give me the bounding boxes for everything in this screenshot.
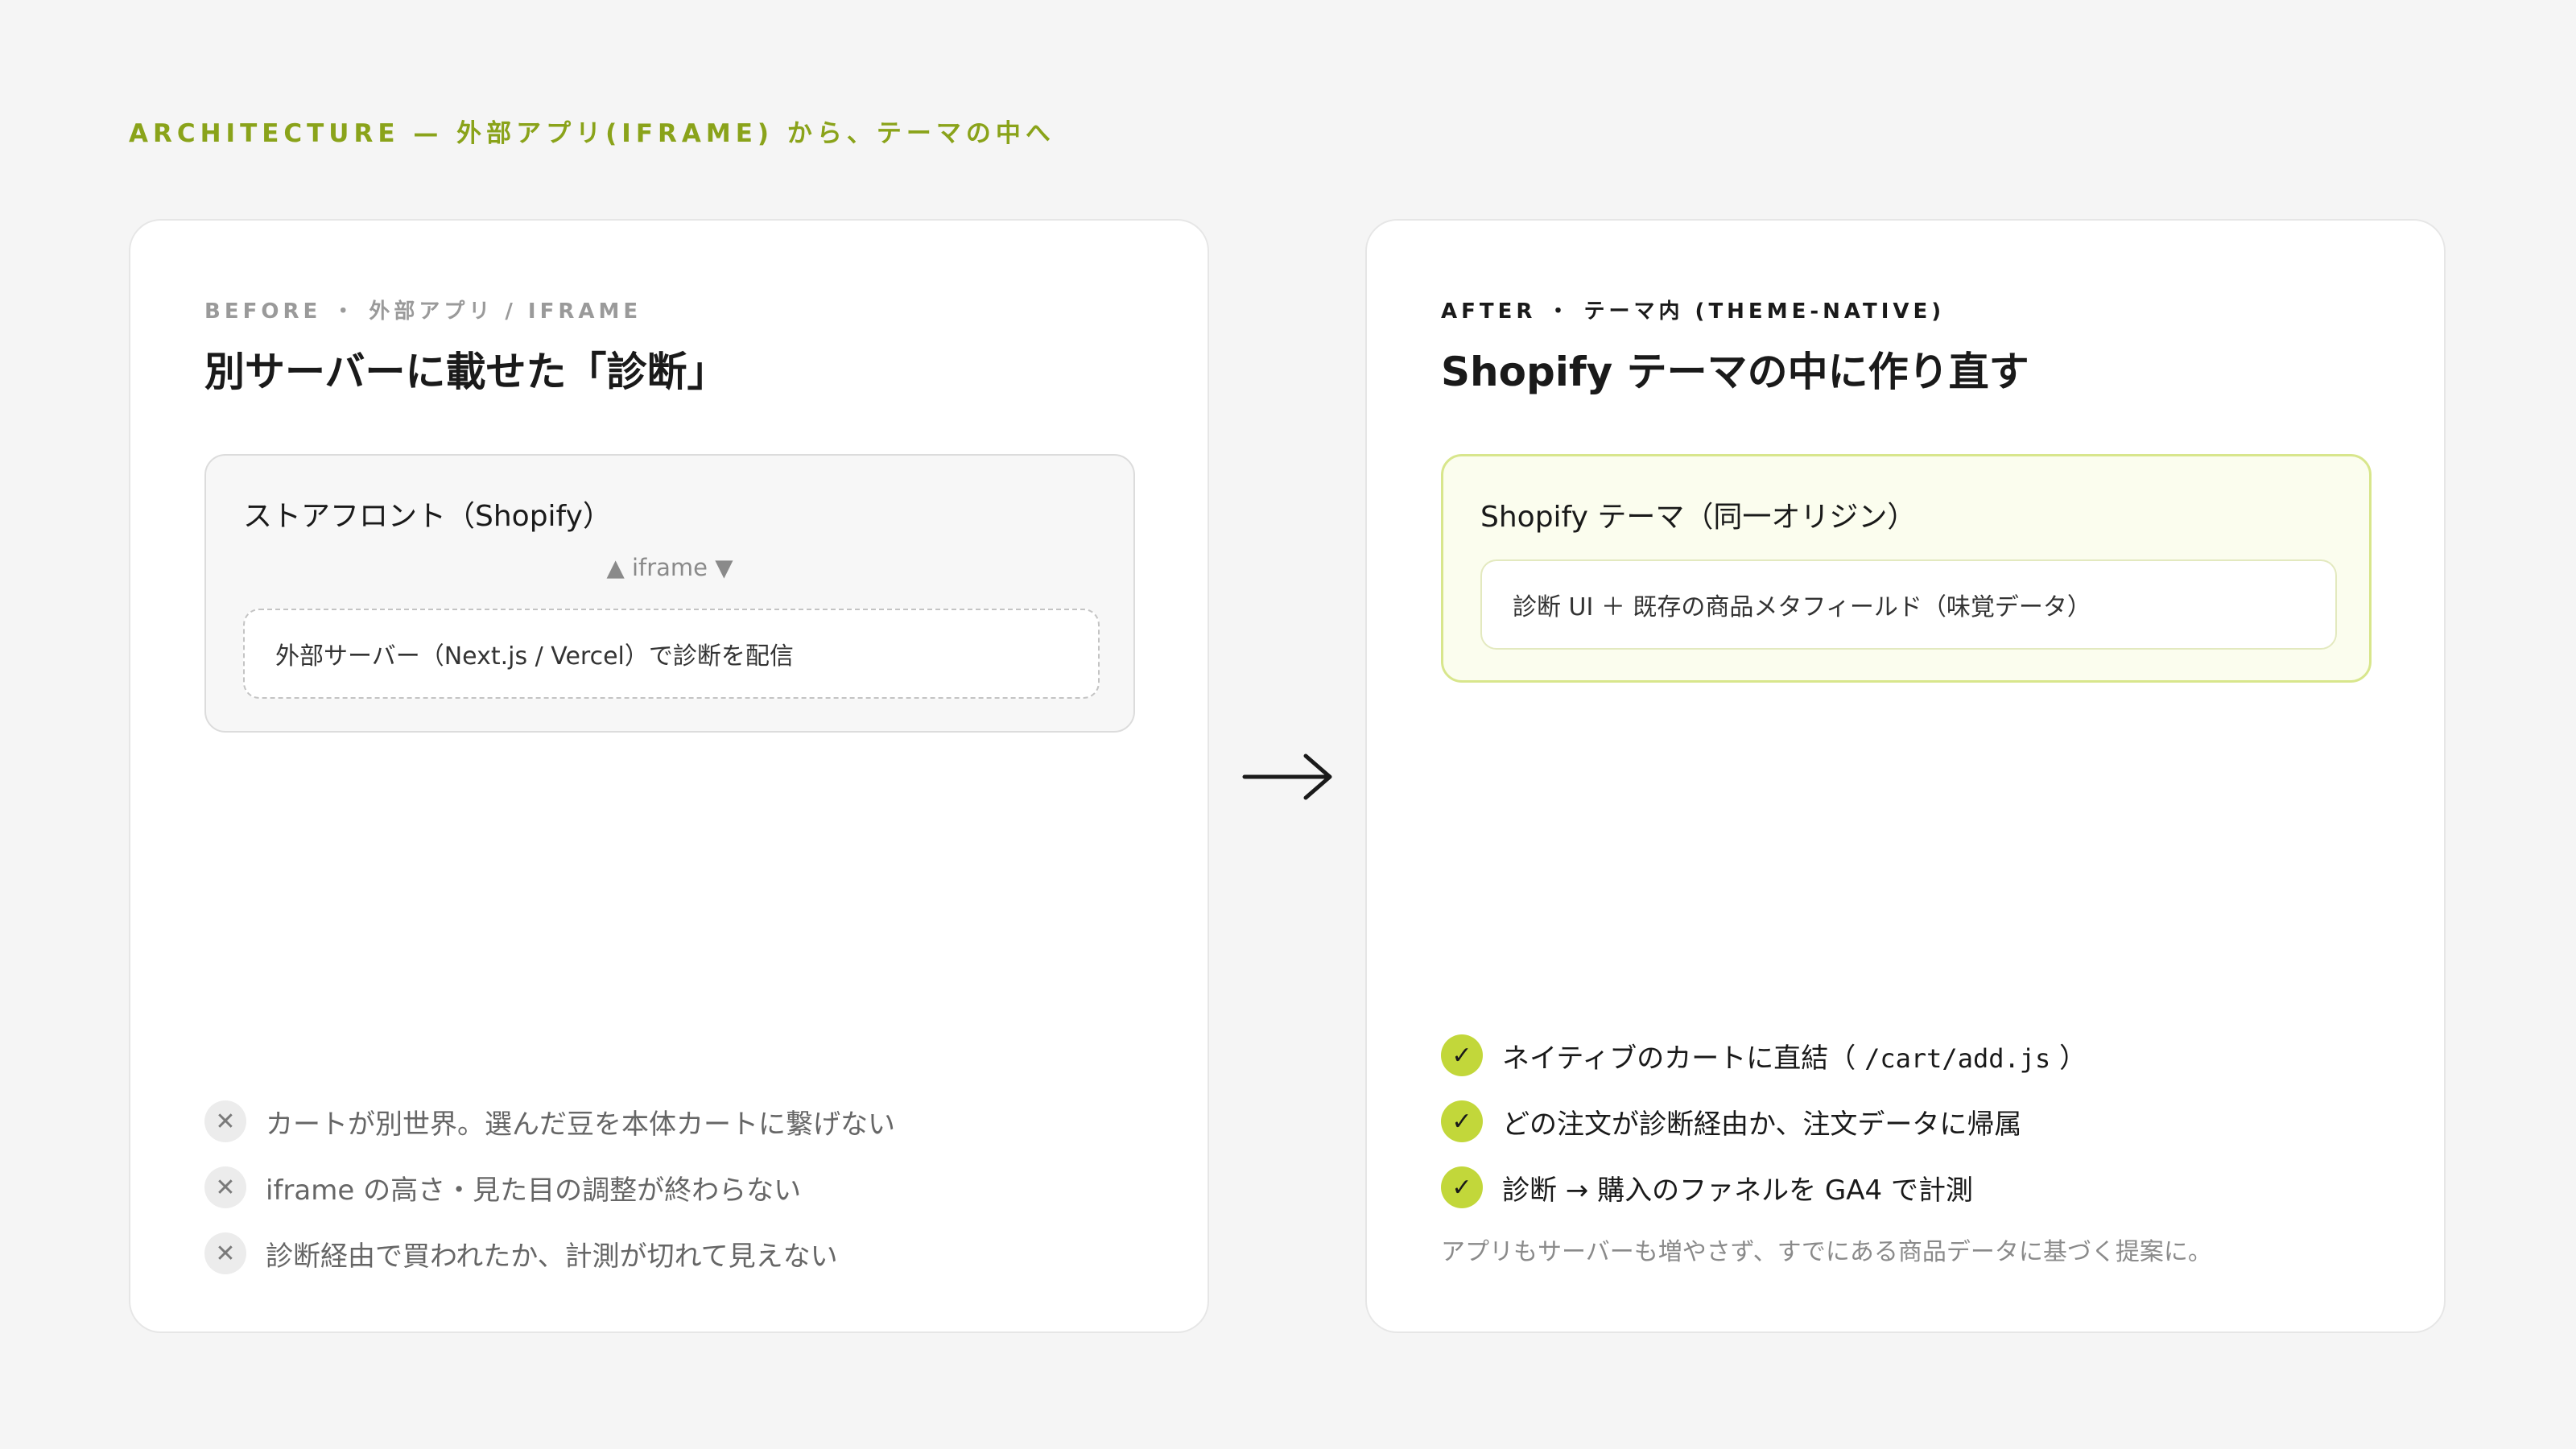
issue-text: カートが別世界。選んだ豆を本体カートに繋げない <box>266 1108 895 1141</box>
benefit-text: どの注文が診断経由か、注文データに帰属 <box>1502 1108 2022 1141</box>
iframe-label: ▲ iframe ▼ <box>606 554 733 581</box>
after-tag: AFTER ・ テーマ内 (THEME-NATIVE) <box>1441 299 1946 324</box>
list-item: ✓ どの注文が診断経由か、注文データに帰属 <box>1441 1088 2087 1154</box>
check-icon: ✓ <box>1441 1034 1483 1076</box>
issue-text: iframe の高さ・見た目の調整が終わらない <box>266 1174 802 1207</box>
before-title: 別サーバーに載せた「診断」 <box>204 349 728 395</box>
after-card: AFTER ・ テーマ内 (THEME-NATIVE) Shopify テーマの… <box>1365 219 2446 1333</box>
benefit-list: ✓ ネイティブのカートに直結（ /cart/add.js ） ✓ どの注文が診断… <box>1441 1022 2087 1220</box>
close-icon: ✕ <box>204 1166 246 1208</box>
arrow-right-icon <box>1242 753 1332 800</box>
list-item: ✓ ネイティブのカートに直結（ /cart/add.js ） <box>1441 1022 2087 1088</box>
list-item: ✕ 診断経由で買われたか、計測が切れて見えない <box>204 1220 895 1286</box>
diagnosis-ui-box: 診断 UI ＋ 既存の商品メタフィールド（味覚データ） <box>1480 559 2337 650</box>
list-item: ✕ iframe の高さ・見た目の調整が終わらない <box>204 1154 895 1220</box>
list-item: ✓ 診断 → 購入のファネルを GA4 で計測 <box>1441 1154 2087 1220</box>
storefront-box-title: ストアフロント（Shopify） <box>243 500 612 533</box>
close-icon: ✕ <box>204 1232 246 1274</box>
issue-text: 診断経由で買われたか、計測が切れて見えない <box>266 1240 838 1273</box>
footnote: アプリもサーバーも増やさず、すでにある商品データに基づく提案に。 <box>1441 1238 2212 1266</box>
issue-list: ✕ カートが別世界。選んだ豆を本体カートに繋げない ✕ iframe の高さ・見… <box>204 1088 895 1286</box>
before-tag: BEFORE ・ 外部アプリ / IFRAME <box>204 299 642 324</box>
benefit-text: ネイティブのカートに直結（ /cart/add.js ） <box>1502 1042 2087 1075</box>
list-item: ✕ カートが別世界。選んだ豆を本体カートに繋げない <box>204 1088 895 1154</box>
after-title: Shopify テーマの中に作り直す <box>1441 349 2029 395</box>
close-icon: ✕ <box>204 1100 246 1142</box>
theme-box-title: Shopify テーマ（同一オリジン） <box>1480 501 1917 534</box>
external-server-box: 外部サーバー（Next.js / Vercel）で診断を配信 <box>243 609 1100 699</box>
section-eyebrow: ARCHITECTURE — 外部アプリ(IFRAME) から、テーマの中へ <box>129 119 1055 148</box>
benefit-text: 診断 → 購入のファネルを GA4 で計測 <box>1502 1174 1973 1207</box>
theme-box: Shopify テーマ（同一オリジン） 診断 UI ＋ 既存の商品メタフィールド… <box>1441 454 2372 683</box>
cart-endpoint-code: /cart/add.js <box>1864 1042 2051 1074</box>
storefront-box: ストアフロント（Shopify） ▲ iframe ▼ 外部サーバー（Next.… <box>204 454 1135 733</box>
before-card: BEFORE ・ 外部アプリ / IFRAME 別サーバーに載せた「診断」 スト… <box>129 219 1209 1333</box>
check-icon: ✓ <box>1441 1100 1483 1142</box>
check-icon: ✓ <box>1441 1166 1483 1208</box>
